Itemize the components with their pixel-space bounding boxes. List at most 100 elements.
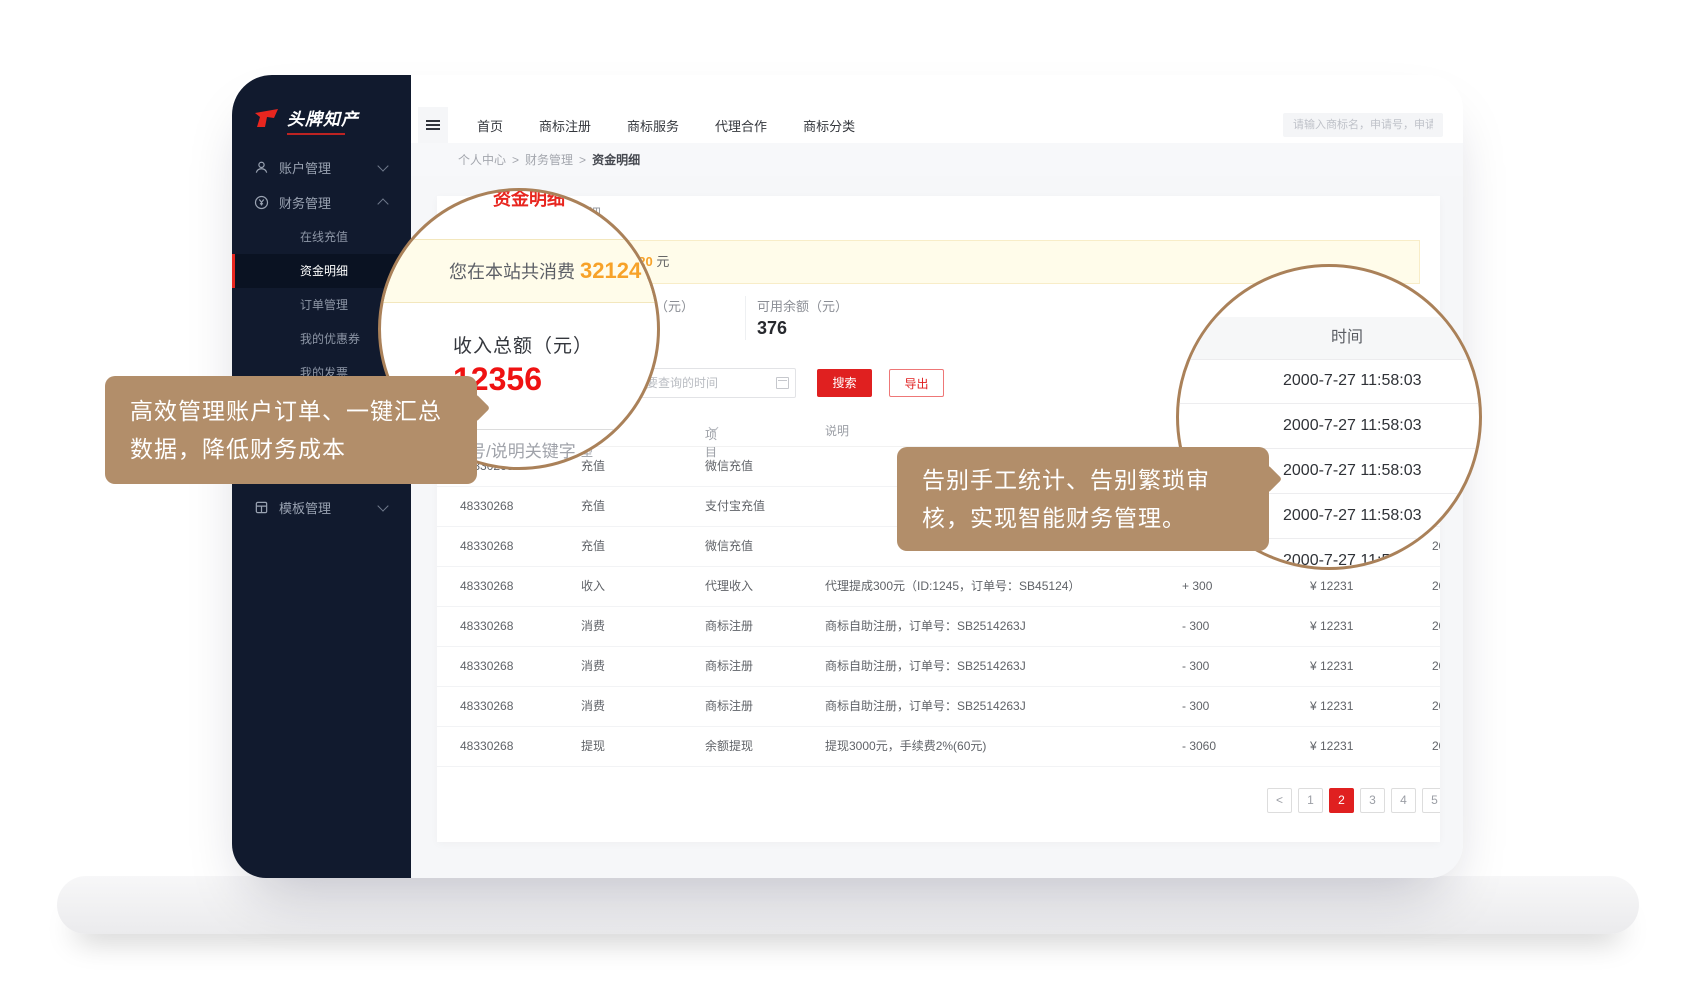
cell-project: 商标注册 xyxy=(705,647,753,686)
pagination-page-button[interactable]: 1 xyxy=(1298,788,1323,813)
callout-right-text: 告别手工统计、告别繁琐审核，实现智能财务管理。 xyxy=(922,467,1210,531)
cell-amount: - 3060 xyxy=(1182,727,1216,766)
table-row: 48330268 消费 商标注册 商标自助注册，订单号：SB2514263J -… xyxy=(437,607,1440,647)
cell-balance: ¥ 12231 xyxy=(1310,727,1353,766)
user-icon xyxy=(254,160,269,175)
nav-item[interactable]: 商标分类 xyxy=(803,116,855,135)
cell-type: 消费 xyxy=(581,647,605,686)
cell-type: 收入 xyxy=(581,567,605,606)
cell-time: 2000-7-27 11:58:03 xyxy=(1432,727,1440,766)
top-navbar: 首页 商标注册 商标服务 代理合作 商标分类 xyxy=(411,107,1463,144)
cell-type: 消费 xyxy=(581,687,605,726)
magnified-banner-label: 您在本站共消费 xyxy=(449,262,575,282)
cell-amount: - 300 xyxy=(1182,687,1209,726)
pagination-page-button[interactable]: 5 xyxy=(1422,788,1440,813)
magnified-time-header: 时间 xyxy=(1176,317,1482,360)
nav-item[interactable]: 首页 xyxy=(477,116,503,135)
hamburger-menu-icon[interactable] xyxy=(418,107,448,143)
cell-time: 2000-7-27 11:58:03 xyxy=(1432,647,1440,686)
nav-item[interactable]: 商标服务 xyxy=(627,116,679,135)
top-nav: 首页 商标注册 商标服务 代理合作 商标分类 xyxy=(477,107,855,143)
callout-left-text: 高效管理账户订单、一键汇总数据，降低财务成本 xyxy=(130,398,442,462)
sidebar-item-label: 模板管理 xyxy=(279,498,331,517)
pagination-page-button[interactable]: 2 xyxy=(1329,788,1354,813)
magnified-tab-label: 资金明细 xyxy=(493,188,565,211)
breadcrumb-current: 资金明细 xyxy=(592,151,640,168)
pagination-prev-button[interactable]: < xyxy=(1267,788,1292,813)
sidebar-item-account[interactable]: 账户管理 xyxy=(232,150,411,185)
sidebar-subitem-label: 在线充值 xyxy=(300,230,348,244)
breadcrumb-separator: > xyxy=(579,153,586,167)
table-row: 48330268 消费 商标注册 商标自助注册，订单号：SB2514263J -… xyxy=(437,687,1440,727)
pagination: < 12345 > xyxy=(1267,788,1440,813)
magnified-time-row: 2000-7-27 11:58:03 xyxy=(1176,359,1482,404)
cell-type: 消费 xyxy=(581,607,605,646)
nav-item[interactable]: 商标注册 xyxy=(539,116,591,135)
cell-time: 2000-7-27 11:58:03 xyxy=(1432,607,1440,646)
logo-mark xyxy=(254,108,280,128)
column-header-project[interactable]: 项目 xyxy=(705,422,717,436)
cell-project: 微信充值 xyxy=(705,447,753,486)
logo-subtext-bar xyxy=(287,133,345,135)
cell-description: 商标自助注册，订单号：SB2514263J xyxy=(825,647,1026,686)
cell-order-number: 48330268 xyxy=(460,527,513,566)
cell-description: 提现3000元，手续费2%(60元) xyxy=(825,727,986,766)
breadcrumb-separator: > xyxy=(512,153,519,167)
laptop-base xyxy=(57,876,1639,934)
sidebar-item-finance[interactable]: 财务管理 xyxy=(232,185,411,220)
pagination-page-button[interactable]: 4 xyxy=(1391,788,1416,813)
logo-text: 头牌知产 xyxy=(287,105,359,130)
balance-label: 可用余额（元） xyxy=(757,296,848,315)
sidebar-item-label: 账户管理 xyxy=(279,158,331,177)
chevron-down-icon xyxy=(377,500,388,511)
magnified-income-label: 收入总额（元） xyxy=(453,331,593,358)
breadcrumb: 个人中心 > 财务管理 > 资金明细 xyxy=(411,143,1463,176)
pagination-page-button[interactable]: 3 xyxy=(1360,788,1385,813)
nav-item[interactable]: 代理合作 xyxy=(715,116,767,135)
cell-description: 商标自助注册，订单号：SB2514263J xyxy=(825,607,1026,646)
cell-balance: ¥ 12231 xyxy=(1310,567,1353,606)
cell-project: 商标注册 xyxy=(705,687,753,726)
cell-amount: + 300 xyxy=(1182,567,1212,606)
sidebar-item-template[interactable]: 模板管理 xyxy=(232,490,411,525)
cell-project: 微信充值 xyxy=(705,527,753,566)
sidebar-item-label: 财务管理 xyxy=(279,193,331,212)
magnified-banner: 您在本站共消费 32124 元 xyxy=(378,239,660,303)
cell-type: 充值 xyxy=(581,527,605,566)
export-button[interactable]: 导出 xyxy=(889,369,944,397)
expense-label-tail: （元） xyxy=(655,296,694,315)
chevron-up-icon xyxy=(377,198,388,209)
finance-icon xyxy=(254,195,269,210)
cell-order-number: 48330268 xyxy=(460,647,513,686)
magnified-time-row: 2000-7-27 11:58:03 xyxy=(1176,404,1482,449)
banner-unit: 元 xyxy=(656,254,669,269)
cell-project: 商标注册 xyxy=(705,607,753,646)
cell-order-number: 48330268 xyxy=(460,687,513,726)
cell-time: 2000-7-27 11:58:03 xyxy=(1432,567,1440,606)
template-icon xyxy=(254,500,269,515)
chevron-down-icon xyxy=(377,160,388,171)
cell-amount: - 300 xyxy=(1182,647,1209,686)
cell-time: 2000-7-27 11:58:03 xyxy=(1432,687,1440,726)
table-row: 48330268 收入 代理收入 代理提成300元（ID:1245，订单号：SB… xyxy=(437,567,1440,607)
sidebar-subitem-label: 订单管理 xyxy=(300,298,348,312)
breadcrumb-item[interactable]: 财务管理 xyxy=(525,151,573,168)
calendar-icon[interactable] xyxy=(776,377,789,389)
cell-order-number: 48330268 xyxy=(460,567,513,606)
cell-project: 代理收入 xyxy=(705,567,753,606)
callout-left: 高效管理账户订单、一键汇总数据，降低财务成本 xyxy=(105,376,477,484)
magnified-banner-amount: 32124 xyxy=(580,258,641,283)
sidebar-subitem-label: 我的优惠券 xyxy=(300,332,360,346)
cell-project: 支付宝充值 xyxy=(705,487,765,526)
table-row: 48330268 提现 余额提现 提现3000元，手续费2%(60元) - 30… xyxy=(437,727,1440,767)
search-button[interactable]: 搜索 xyxy=(817,369,872,397)
cell-amount: - 300 xyxy=(1182,607,1209,646)
column-header-desc: 说明 xyxy=(825,422,849,439)
cell-type: 充值 xyxy=(581,487,605,526)
table-row: 48330268 消费 商标注册 商标自助注册，订单号：SB2514263J -… xyxy=(437,647,1440,687)
sidebar-subitem-label: 资金明细 xyxy=(300,264,348,278)
breadcrumb-item[interactable]: 个人中心 xyxy=(458,151,506,168)
cell-order-number: 48330268 xyxy=(460,607,513,646)
cell-description: 代理提成300元（ID:1245，订单号：SB45124） xyxy=(825,567,1080,606)
trademark-search-input[interactable] xyxy=(1283,113,1443,137)
